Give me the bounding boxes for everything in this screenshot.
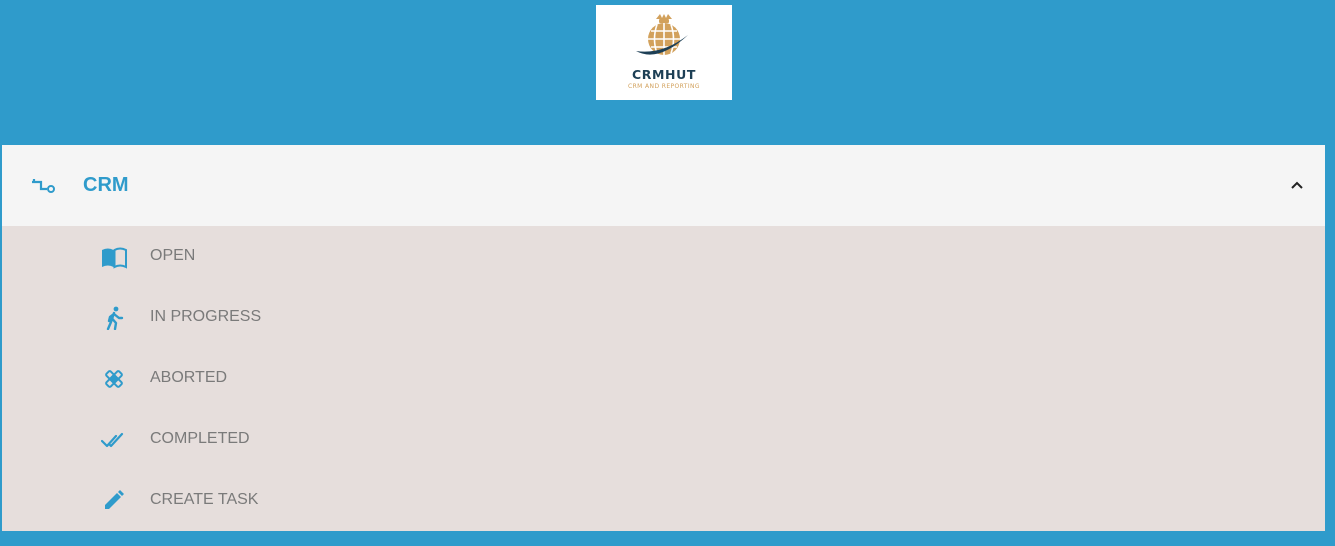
book-open-icon — [102, 247, 127, 269]
logo: CRMHUT CRM AND REPORTING — [596, 5, 732, 100]
menu-item-label: CREATE TASK — [150, 491, 259, 508]
crm-menu: OPEN IN PROGRESS ABORTED COMPLETED CREAT… — [2, 226, 1325, 531]
menu-item-label: COMPLETED — [150, 430, 250, 447]
crm-panel: CRM OPEN IN PROGRESS ABORTED COMPLETED C… — [2, 145, 1325, 531]
double-check-icon — [101, 432, 124, 448]
menu-item-open[interactable]: OPEN — [2, 226, 1325, 287]
crossed-tools-icon — [105, 370, 123, 388]
walk-icon — [106, 306, 124, 330]
logo-tagline: CRM AND REPORTING — [628, 83, 700, 90]
menu-item-create-task[interactable]: CREATE TASK — [2, 470, 1325, 531]
logo-name: CRMHUT — [632, 67, 696, 82]
chevron-up-icon[interactable] — [1290, 178, 1304, 192]
panel-title: CRM — [83, 174, 129, 196]
menu-item-completed[interactable]: COMPLETED — [2, 409, 1325, 470]
pencil-icon — [105, 490, 124, 509]
menu-item-in-progress[interactable]: IN PROGRESS — [2, 287, 1325, 348]
menu-item-label: ABORTED — [150, 369, 228, 386]
crm-panel-header[interactable]: CRM — [2, 145, 1325, 226]
menu-item-label: OPEN — [150, 247, 196, 264]
menu-item-aborted[interactable]: ABORTED — [2, 348, 1325, 409]
crm-flow-icon — [32, 179, 55, 193]
logo-globe-icon — [636, 14, 688, 55]
menu-item-label: IN PROGRESS — [150, 308, 262, 325]
